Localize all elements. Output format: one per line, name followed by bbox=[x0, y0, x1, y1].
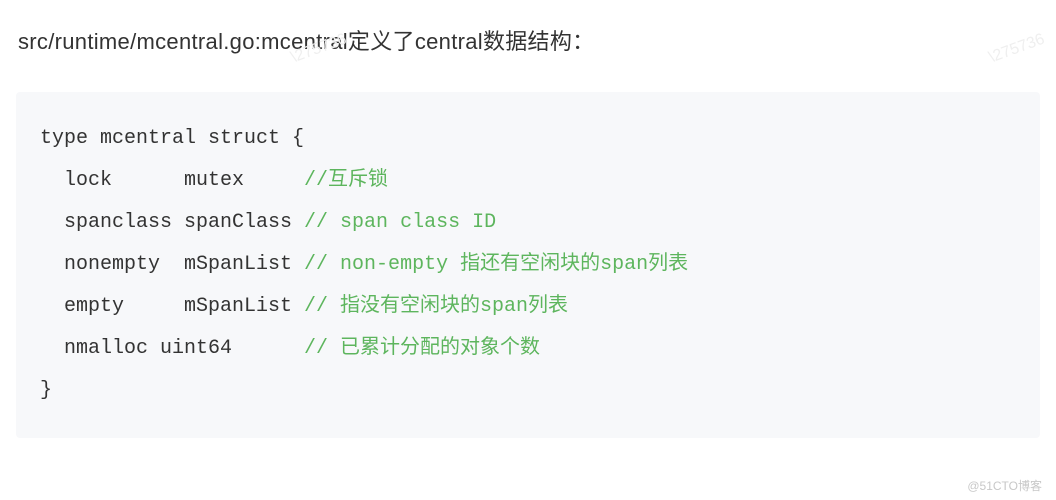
code-line: empty mSpanList // 指没有空闲块的span列表 bbox=[40, 286, 1020, 328]
code-text: nmalloc uint64 bbox=[40, 337, 304, 360]
code-text: empty mSpanList bbox=[40, 295, 304, 318]
code-comment: // non-empty 指还有空闲块的span列表 bbox=[304, 253, 688, 276]
code-comment: // 指没有空闲块的span列表 bbox=[304, 295, 568, 318]
code-line: nonempty mSpanList // non-empty 指还有空闲块的s… bbox=[40, 244, 1020, 286]
code-block: type mcentral struct { lock mutex //互斥锁 … bbox=[16, 92, 1040, 438]
code-line: } bbox=[40, 370, 1020, 412]
code-comment: // span class ID bbox=[304, 211, 496, 234]
code-text: type mcentral struct { bbox=[40, 127, 304, 150]
code-line: lock mutex //互斥锁 bbox=[40, 160, 1020, 202]
code-text: nonempty mSpanList bbox=[40, 253, 304, 276]
code-text: } bbox=[40, 379, 52, 402]
code-line: type mcentral struct { bbox=[40, 118, 1020, 160]
page-title: src/runtime/mcentral.go:mcentral定义了centr… bbox=[0, 0, 1056, 74]
attribution-text: @51CTO博客 bbox=[967, 477, 1042, 494]
code-line: spanclass spanClass // span class ID bbox=[40, 202, 1020, 244]
code-text: spanclass spanClass bbox=[40, 211, 304, 234]
code-comment: //互斥锁 bbox=[304, 169, 388, 192]
code-text: lock mutex bbox=[40, 169, 304, 192]
code-line: nmalloc uint64 // 已累计分配的对象个数 bbox=[40, 328, 1020, 370]
code-comment: // 已累计分配的对象个数 bbox=[304, 337, 540, 360]
